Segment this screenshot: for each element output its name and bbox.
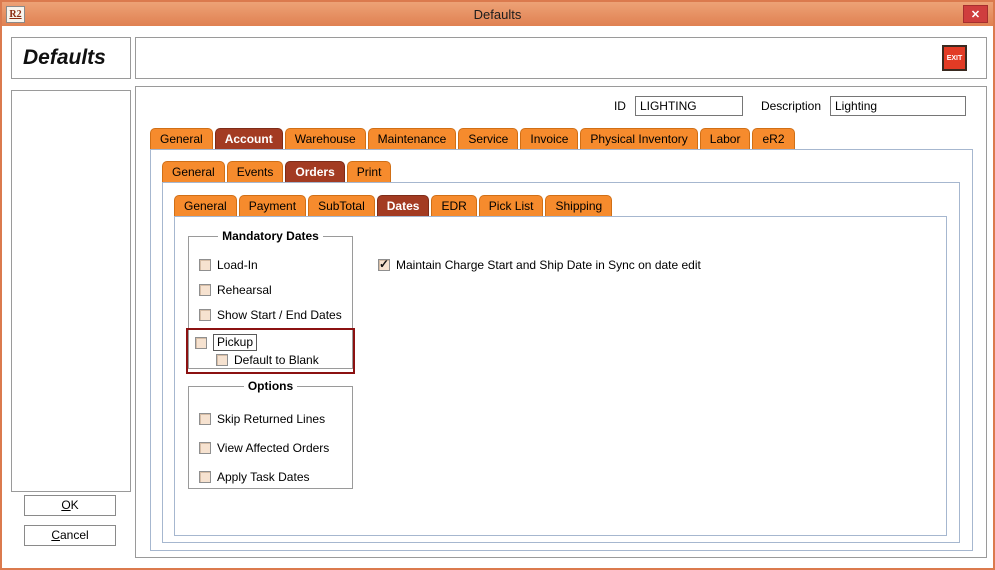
skip-returned-lines-label: Skip Returned Lines [217, 412, 325, 426]
show-start-end-dates-label: Show Start / End Dates [217, 308, 342, 322]
apply-task-dates-label: Apply Task Dates [217, 470, 310, 484]
load-in-label: Load-In [217, 258, 258, 272]
close-icon: ✕ [971, 8, 980, 21]
dates-tab-panel: Mandatory Dates Load-In Rehearsal [174, 216, 947, 536]
tab2-events[interactable]: Events [227, 161, 284, 182]
load-in-option[interactable]: Load-In [199, 258, 342, 272]
toolbar: EXIT [135, 37, 987, 79]
default-to-blank-checkbox[interactable] [216, 354, 228, 366]
rehearsal-option[interactable]: Rehearsal [199, 283, 342, 297]
description-label: Description [761, 99, 821, 113]
tab3-subtotal[interactable]: SubTotal [308, 195, 375, 216]
tab1-warehouse[interactable]: Warehouse [285, 128, 366, 149]
pickup-option[interactable]: Pickup [195, 334, 346, 351]
tab1-account[interactable]: Account [215, 128, 283, 149]
show-start-end-dates-option[interactable]: Show Start / End Dates [199, 308, 342, 322]
window-title: Defaults [2, 7, 993, 22]
default-to-blank-label: Default to Blank [234, 353, 319, 367]
pickup-checkbox[interactable] [195, 337, 207, 349]
tabs-level3: General Payment SubTotal Dates EDR Pick … [174, 195, 614, 216]
options-group: Options Skip Returned Lines View Affecte… [188, 379, 353, 489]
tab3-shipping[interactable]: Shipping [545, 195, 612, 216]
view-affected-orders-label: View Affected Orders [217, 441, 329, 455]
id-label: ID [614, 99, 626, 113]
show-start-end-dates-checkbox[interactable] [199, 309, 211, 321]
rehearsal-label: Rehearsal [217, 283, 272, 297]
tab1-labor[interactable]: Labor [700, 128, 751, 149]
mandatory-dates-title: Mandatory Dates [218, 229, 323, 243]
tab2-orders[interactable]: Orders [285, 161, 344, 182]
sync-date-checkbox[interactable] [378, 259, 390, 271]
pickup-highlight-box: Pickup Default to Blank [186, 328, 355, 374]
orders-tab-panel: General Payment SubTotal Dates EDR Pick … [162, 182, 960, 543]
tab3-general[interactable]: General [174, 195, 237, 216]
titlebar: R2 Defaults ✕ [2, 2, 993, 26]
sidebar-list[interactable] [11, 90, 131, 492]
tab1-physical-inventory[interactable]: Physical Inventory [580, 128, 697, 149]
tab1-er2[interactable]: eR2 [752, 128, 794, 149]
id-description-row: ID Description [614, 96, 966, 116]
exit-button[interactable]: EXIT [942, 45, 967, 71]
close-button[interactable]: ✕ [963, 5, 988, 23]
sync-date-option[interactable]: Maintain Charge Start and Ship Date in S… [378, 258, 701, 272]
tab1-maintenance[interactable]: Maintenance [368, 128, 457, 149]
tab3-pick-list[interactable]: Pick List [479, 195, 544, 216]
page-title: Defaults [23, 46, 106, 70]
defaults-window: R2 Defaults ✕ Defaults EXIT OK Cancel ID… [0, 0, 995, 570]
apply-task-dates-option[interactable]: Apply Task Dates [199, 470, 342, 484]
view-affected-orders-checkbox[interactable] [199, 442, 211, 454]
tab2-general[interactable]: General [162, 161, 225, 182]
tab1-service[interactable]: Service [458, 128, 518, 149]
rehearsal-checkbox[interactable] [199, 284, 211, 296]
window-body: Defaults EXIT OK Cancel ID Description G… [2, 26, 993, 568]
account-tab-panel: General Events Orders Print General Paym… [150, 149, 973, 551]
ok-button[interactable]: OK [24, 495, 116, 516]
tabs-level1: General Account Warehouse Maintenance Se… [150, 128, 797, 149]
cancel-button[interactable]: Cancel [24, 525, 116, 546]
tab1-general[interactable]: General [150, 128, 213, 149]
heading-box: Defaults [11, 37, 131, 79]
load-in-checkbox[interactable] [199, 259, 211, 271]
default-to-blank-option[interactable]: Default to Blank [216, 353, 346, 367]
apply-task-dates-checkbox[interactable] [199, 471, 211, 483]
options-title: Options [244, 379, 297, 393]
pickup-label: Pickup [213, 334, 257, 351]
tab3-payment[interactable]: Payment [239, 195, 306, 216]
tab3-dates[interactable]: Dates [377, 195, 430, 216]
tab3-edr[interactable]: EDR [431, 195, 476, 216]
app-icon: R2 [6, 6, 25, 23]
skip-returned-lines-checkbox[interactable] [199, 413, 211, 425]
tab2-print[interactable]: Print [347, 161, 392, 182]
description-input[interactable] [830, 96, 966, 116]
mandatory-dates-group: Mandatory Dates Load-In Rehearsal [188, 229, 353, 369]
id-input[interactable] [635, 96, 743, 116]
sync-date-label: Maintain Charge Start and Ship Date in S… [396, 258, 701, 272]
skip-returned-lines-option[interactable]: Skip Returned Lines [199, 412, 342, 426]
main-panel: ID Description General Account Warehouse… [135, 86, 987, 558]
tab1-invoice[interactable]: Invoice [520, 128, 578, 149]
view-affected-orders-option[interactable]: View Affected Orders [199, 441, 342, 455]
tabs-level2: General Events Orders Print [162, 161, 393, 182]
